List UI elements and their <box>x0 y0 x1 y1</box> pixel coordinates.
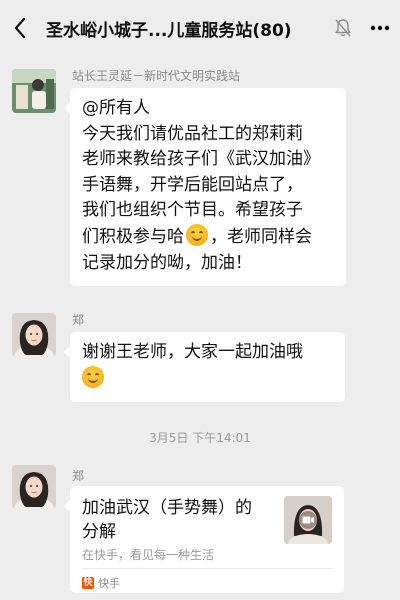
sender-name: 郑 <box>72 313 85 327</box>
message-line: 记录加分的呦，加油！ <box>82 252 252 273</box>
message-line-part: ，老师同样会 <box>210 226 312 247</box>
avatar[interactable] <box>12 465 56 509</box>
message-line: 老师来教给孩子们《武汉加油》 <box>82 149 320 170</box>
message-line-part: 们积极参与哈 <box>82 226 184 247</box>
link-card-source: 快 快手 <box>82 575 120 591</box>
avatar[interactable] <box>12 313 56 357</box>
more-dots-icon <box>370 25 390 31</box>
avatar[interactable] <box>12 69 56 113</box>
link-card[interactable]: 加油武汉（手势舞）的 分解 在快手，看见每一种生活 快 快手 <box>64 486 344 593</box>
link-card-thumbnail <box>284 496 332 544</box>
link-card-description: 在快手，看见每一种生活 <box>82 548 215 562</box>
chat-timestamp: 3月5日 下午14:01 <box>149 431 251 445</box>
message-bubble[interactable]: @所有人 今天我们请优品社工的郑莉莉 老师来教给孩子们《武汉加油》 手语舞，开学… <box>64 88 346 287</box>
link-card-title-line: 加油武汉（手势舞）的 <box>82 498 252 518</box>
chat-title: 圣水峪小城子...儿童服务站(80) <box>46 20 292 41</box>
kuaishou-logo-icon: 快 <box>82 577 94 589</box>
message-line: 们积极参与哈 ，老师同样会 <box>82 223 336 251</box>
grin-emoji-icon <box>186 223 208 246</box>
bell-muted-icon <box>326 0 360 56</box>
source-name: 快手 <box>98 577 120 590</box>
sender-name: 站长王灵延－新时代文明实践站 <box>72 69 241 83</box>
divider <box>82 568 332 569</box>
message-line: 谢谢王老师，大家一起加油哦 <box>82 342 303 362</box>
more-button[interactable] <box>360 0 400 56</box>
sender-name: 郑 <box>72 469 85 483</box>
message-line: 我们也组织个节目。希望孩子 <box>82 200 303 221</box>
video-icon <box>302 516 311 524</box>
message-line: @所有人 <box>82 98 150 118</box>
link-card-title-line: 分解 <box>82 522 116 542</box>
message-line: 今天我们请优品社工的郑莉莉 <box>82 123 303 144</box>
back-button[interactable] <box>0 0 40 56</box>
message-line: 手语舞，开学后能回站点了， <box>82 174 303 195</box>
back-chevron-icon <box>14 17 26 39</box>
message-bubble[interactable]: 谢谢王老师，大家一起加油哦 <box>64 332 345 403</box>
smile-emoji-icon <box>82 365 104 388</box>
link-card-title: 加油武汉（手势舞）的 分解 <box>82 496 272 544</box>
chat-header: 圣水峪小城子...儿童服务站(80) <box>0 0 400 56</box>
message-line <box>82 365 335 393</box>
